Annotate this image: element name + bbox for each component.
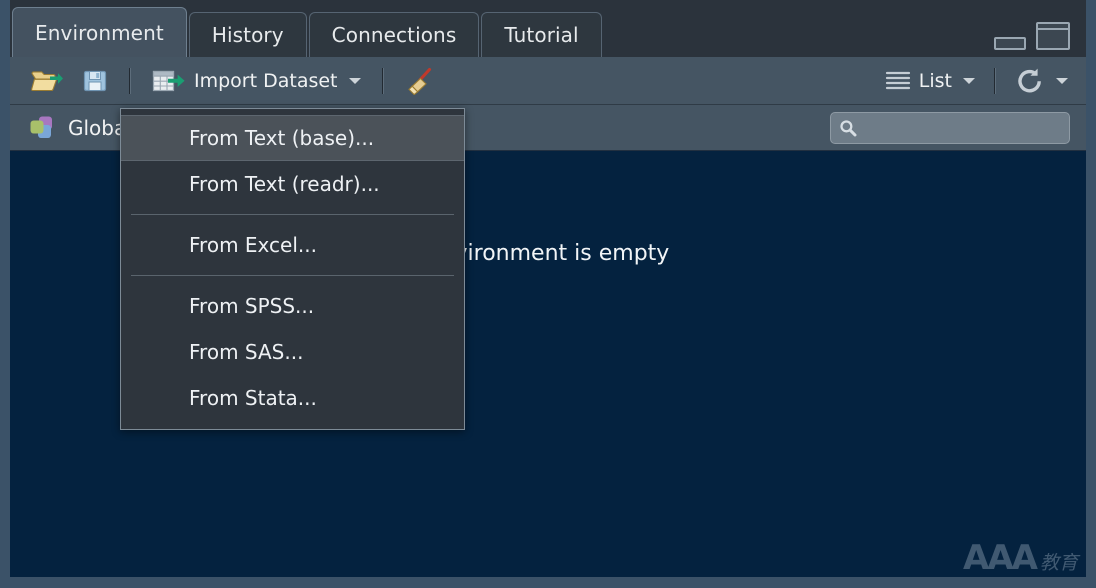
menu-item-label: From Stata...: [189, 386, 317, 410]
import-dataset-label: Import Dataset: [194, 70, 338, 92]
menu-item-from-stata[interactable]: From Stata...: [121, 375, 464, 421]
menu-item-from-spss[interactable]: From SPSS...: [121, 283, 464, 329]
tab-list: Environment History Connections Tutorial: [10, 0, 602, 57]
search-icon: [839, 119, 857, 137]
environment-toolbar: Import Dataset List: [10, 57, 1086, 105]
tab-environment-label: Environment: [35, 21, 164, 45]
clear-workspace-button[interactable]: [401, 64, 439, 98]
broom-icon: [405, 67, 435, 95]
import-dataset-button[interactable]: Import Dataset: [148, 64, 365, 98]
refresh-chevron-down-icon[interactable]: [1056, 78, 1068, 84]
tab-strip: Environment History Connections Tutorial: [10, 0, 1086, 57]
menu-item-from-text-readr[interactable]: From Text (readr)...: [121, 161, 464, 207]
load-workspace-button[interactable]: [26, 64, 68, 98]
tab-connections[interactable]: Connections: [309, 12, 480, 57]
list-lines-icon: [885, 70, 911, 92]
save-workspace-button[interactable]: [78, 64, 112, 98]
import-dataset-menu[interactable]: From Text (base)... From Text (readr)...…: [120, 108, 465, 430]
menu-item-label: From Excel...: [189, 233, 317, 257]
menu-item-label: From Text (readr)...: [189, 172, 380, 196]
menu-item-from-excel[interactable]: From Excel...: [121, 222, 464, 268]
tab-history[interactable]: History: [189, 12, 307, 57]
toolbar-separator-1: [129, 68, 131, 94]
menu-item-from-text-base[interactable]: From Text (base)...: [121, 115, 464, 161]
view-mode-label: List: [919, 70, 952, 92]
toolbar-separator-3: [994, 68, 996, 94]
import-table-icon: [152, 68, 186, 94]
menu-item-label: From SPSS...: [189, 294, 314, 318]
search-box[interactable]: [830, 112, 1070, 144]
tab-tutorial-label: Tutorial: [504, 23, 578, 47]
toolbar-left-group: Import Dataset: [10, 57, 439, 104]
window-controls: [994, 18, 1070, 50]
watermark: AAA 教育: [963, 541, 1078, 575]
menu-item-from-sas[interactable]: From SAS...: [121, 329, 464, 375]
menu-item-label: From Text (base)...: [189, 126, 374, 150]
refresh-icon: [1015, 67, 1045, 95]
menu-item-label: From SAS...: [189, 340, 303, 364]
maximize-icon[interactable]: [1036, 22, 1070, 50]
toolbar-right-group: List: [881, 57, 1086, 104]
menu-separator-2: [131, 275, 454, 276]
view-mode-button[interactable]: List: [881, 64, 979, 98]
open-folder-icon: [30, 67, 64, 95]
refresh-button[interactable]: [1011, 64, 1072, 98]
tab-environment[interactable]: Environment: [12, 7, 187, 57]
rstudio-environment-pane: Environment History Connections Tutorial: [0, 0, 1096, 588]
tab-history-label: History: [212, 23, 284, 47]
menu-separator-1: [131, 214, 454, 215]
tab-connections-label: Connections: [332, 23, 457, 47]
save-floppy-icon: [82, 68, 108, 94]
chevron-down-icon[interactable]: [349, 78, 361, 84]
toolbar-separator-2: [382, 68, 384, 94]
search-input[interactable]: [863, 118, 1057, 138]
view-mode-chevron-down-icon[interactable]: [963, 78, 975, 84]
environment-cubes-icon: [28, 114, 58, 142]
watermark-brand: AAA: [963, 541, 1036, 575]
tab-tutorial[interactable]: Tutorial: [481, 12, 601, 57]
minimize-icon[interactable]: [994, 37, 1026, 50]
watermark-suffix: 教育: [1040, 554, 1078, 575]
